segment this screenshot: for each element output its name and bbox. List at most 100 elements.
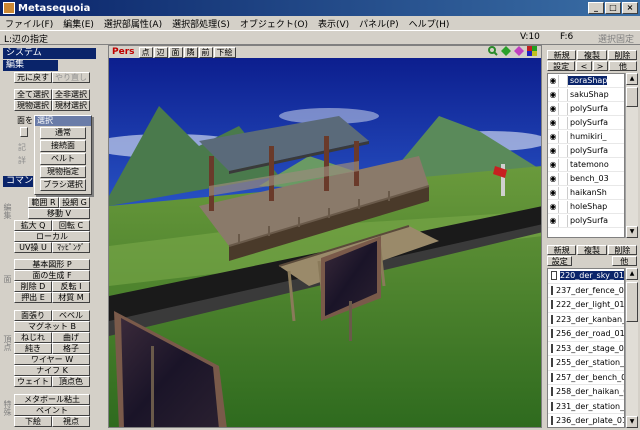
face-cut-button[interactable]: 面張り [14, 310, 52, 321]
object-duplicate-button[interactable]: 複製 [577, 50, 607, 60]
scroll-down-icon[interactable]: ▼ [626, 416, 638, 428]
lock-toggle[interactable] [558, 74, 568, 87]
eye-icon[interactable]: ◉ [548, 146, 558, 155]
material-checkbox[interactable] [551, 401, 553, 411]
flip-button[interactable]: 反転 I [52, 281, 90, 292]
scroll-up-icon[interactable]: ▲ [626, 73, 638, 85]
delete-button[interactable]: 削除 D [14, 281, 52, 292]
face-mode-button[interactable]: 面 [168, 46, 183, 58]
menu-panel[interactable]: パネル(P) [354, 17, 403, 30]
material-settings-button[interactable]: 設定 [547, 256, 573, 266]
select-current-object-button[interactable]: 現物選択 [14, 100, 52, 111]
select-brush-button[interactable]: ブラシ選択 [40, 179, 86, 191]
edge-mode-button[interactable]: 辺 [153, 46, 168, 58]
eye-icon[interactable]: ◉ [548, 160, 558, 169]
eye-icon[interactable]: ◉ [548, 174, 558, 183]
scale-button[interactable]: 拡大 Q [14, 220, 52, 231]
material-checkbox[interactable] [551, 358, 553, 368]
object-row[interactable]: ◉ tatemono [548, 158, 624, 172]
object-delete-button[interactable]: 削除 [607, 50, 637, 60]
zoom-icon[interactable] [488, 46, 498, 56]
object-row[interactable]: ◉ haikanSh [548, 186, 624, 200]
command-header[interactable]: コマン [3, 176, 33, 187]
material-checkbox[interactable] [551, 271, 557, 281]
range-button[interactable]: 範囲 R [28, 197, 59, 208]
select-object-button[interactable]: 現物指定 [40, 166, 86, 178]
eye-icon[interactable]: ◉ [548, 216, 558, 225]
deselect-all-button[interactable]: 全非選択 [52, 89, 90, 100]
uv-button[interactable]: UV操 U [14, 242, 52, 253]
select-connected-button[interactable]: 接続面 [40, 140, 86, 152]
lasso-button[interactable]: 投網 G [59, 197, 90, 208]
material-row[interactable]: 236_der_plate_01 [548, 414, 624, 427]
uv-mapping-button[interactable]: ﾏｯﾋﾟﾝｸﾞ [52, 242, 90, 253]
extrude-button[interactable]: 押出 E [14, 292, 52, 303]
material-row[interactable]: 258_der_haikan_0 [548, 385, 624, 400]
menu-help[interactable]: ヘルプ(H) [404, 17, 455, 30]
object-new-button[interactable]: 新規 [547, 50, 577, 60]
object-row[interactable]: ◉ humikiri_ [548, 130, 624, 144]
material-row[interactable]: 231_der_station_0 [548, 400, 624, 414]
3d-viewport[interactable]: Pers 点 辺 面 隣 前 下絵 [108, 45, 542, 428]
lock-toggle[interactable] [558, 200, 568, 213]
wire-button[interactable]: ワイヤー W [14, 354, 90, 365]
object-list-scrollbar[interactable]: ▲ ▼ [625, 73, 638, 238]
material-row[interactable]: 223_der_kanban_ [548, 313, 624, 327]
vertex-mode-button[interactable]: 点 [138, 46, 153, 58]
close-button[interactable]: × [622, 2, 638, 14]
twist-button[interactable]: ねじれ [14, 332, 52, 343]
face-option-button[interactable] [20, 127, 28, 137]
material-list-scrollbar[interactable]: ▲ ▼ [625, 268, 638, 428]
material-row[interactable]: 220_der_sky_01 [548, 269, 624, 284]
scroll-up-icon[interactable]: ▲ [626, 268, 638, 280]
material-row[interactable]: 256_der_road_01 [548, 327, 624, 342]
material-checkbox[interactable] [551, 314, 553, 324]
scroll-thumb[interactable] [626, 282, 638, 322]
select-current-material-button[interactable]: 現材選択 [52, 100, 90, 111]
material-row[interactable]: 257_der_bench_01 [548, 371, 624, 385]
bevel-button[interactable]: ベベル [52, 310, 90, 321]
lock-toggle[interactable] [558, 116, 568, 129]
face-generate-button[interactable]: 面の生成 F [14, 270, 90, 281]
material-checkbox[interactable] [551, 285, 553, 295]
edit-header[interactable]: 編集 [3, 60, 58, 71]
lock-toggle[interactable] [558, 186, 568, 199]
menu-file[interactable]: ファイル(F) [0, 17, 58, 30]
lock-toggle[interactable] [558, 158, 568, 171]
material-button[interactable]: 材質 M [52, 292, 90, 303]
bend-button[interactable]: 曲げ [52, 332, 90, 343]
scene-render[interactable] [109, 46, 542, 428]
perspective-label[interactable]: Pers [109, 47, 138, 57]
object-list[interactable]: ◉ soraShap ◉ sakuShap ◉ polySurfa ◉ polySurf… [547, 73, 625, 238]
system-header[interactable]: システム [3, 48, 96, 59]
material-duplicate-button[interactable]: 複製 [577, 245, 607, 255]
scroll-thumb[interactable] [626, 87, 638, 107]
maximize-button[interactable]: □ [605, 2, 621, 14]
material-checkbox[interactable] [551, 416, 553, 426]
eye-icon[interactable]: ◉ [548, 118, 558, 127]
eye-icon[interactable]: ◉ [548, 202, 558, 211]
object-row[interactable]: ◉ sakuShap [548, 88, 624, 102]
menu-object[interactable]: オブジェクト(O) [235, 17, 313, 30]
material-checkbox[interactable] [551, 343, 553, 353]
object-settings-button[interactable]: 設定 [547, 61, 576, 71]
lock-toggle[interactable] [558, 214, 568, 227]
material-list[interactable]: 220_der_sky_01 237_der_fence_02 222_der_… [547, 268, 625, 428]
move-button[interactable]: 移動 V [28, 208, 90, 219]
object-row[interactable]: ◉ polySurfa [548, 102, 624, 116]
menu-selection-attr[interactable]: 選択部属性(A) [99, 17, 167, 30]
menu-edit[interactable]: 編集(E) [58, 17, 99, 30]
material-new-button[interactable]: 新規 [547, 245, 577, 255]
object-row[interactable]: ◉ bench_03 [548, 172, 624, 186]
material-checkbox[interactable] [551, 300, 553, 310]
material-row[interactable]: 237_der_fence_02 [548, 284, 624, 298]
minimize-button[interactable]: _ [588, 2, 604, 14]
underlay-button[interactable]: 下絵 [213, 46, 236, 58]
material-row[interactable]: 253_der_stage_02 [548, 342, 624, 356]
eye-icon[interactable]: ◉ [548, 188, 558, 197]
eye-icon[interactable]: ◉ [548, 76, 558, 85]
rotate-view-icon[interactable] [514, 46, 524, 56]
menu-view[interactable]: 表示(V) [313, 17, 354, 30]
undo-button[interactable]: 元に戻す [14, 72, 52, 83]
hidden-mode-button[interactable]: 隣 [183, 46, 198, 58]
